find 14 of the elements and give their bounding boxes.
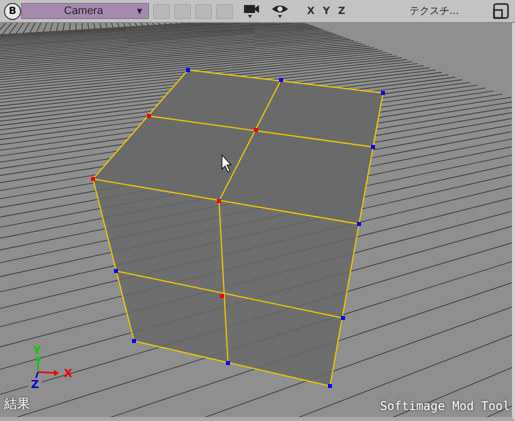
display-mode-dropdown[interactable]: テクスチ... [409, 4, 459, 18]
axis-toggle[interactable]: Z [336, 6, 348, 16]
video-camera-icon[interactable] [243, 3, 261, 19]
axis-toggle[interactable]: Y [320, 6, 332, 16]
empty-slot[interactable] [153, 4, 170, 18]
empty-slot[interactable] [216, 4, 233, 18]
eye-icon[interactable] [271, 3, 289, 19]
maximize-icon[interactable] [493, 3, 509, 19]
empty-slot[interactable] [195, 4, 212, 18]
axis-toggle[interactable]: X [305, 6, 317, 16]
view-menu-button[interactable]: B [4, 2, 21, 20]
camera-dropdown[interactable]: Camera ▼ [21, 3, 149, 19]
mode-label: 結果 [4, 396, 30, 413]
empty-slot[interactable] [174, 4, 191, 18]
